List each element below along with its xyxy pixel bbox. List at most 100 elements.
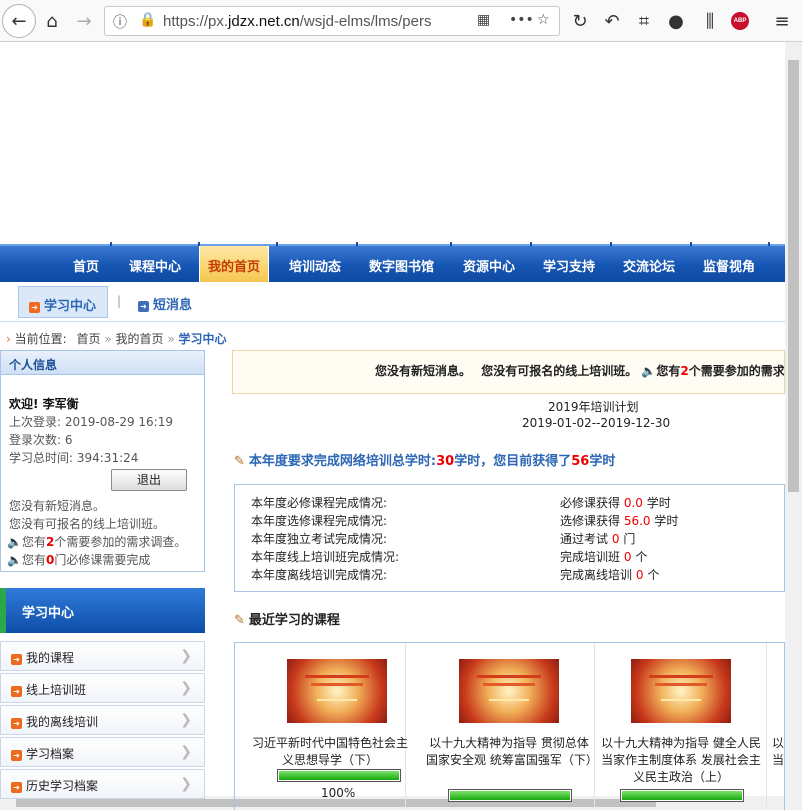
qr-code-icon[interactable]: ▦ <box>477 12 490 28</box>
recent-courses-title: ✎ 最近学习的课程 <box>234 613 340 628</box>
chat-button[interactable]: ● <box>660 5 692 37</box>
nav-divider <box>610 242 612 246</box>
course-thumbnail[interactable] <box>631 659 731 723</box>
arrow-right-icon: ➜ <box>11 686 22 697</box>
chevron-right-icon: ❯ <box>180 776 192 792</box>
breadcrumb-icon: › <box>6 332 11 346</box>
menu-offline-training[interactable]: ➜ 我的离线培训 ❯ <box>0 705 205 735</box>
stat-required-value: 必修课获得 0.0 学时 <box>560 496 671 510</box>
library-button[interactable]: ⫼ <box>694 5 726 37</box>
speaker-icon: 🔈 <box>641 364 657 378</box>
home-icon: ⌂ <box>46 10 58 32</box>
menu-study-records[interactable]: ➜ 学习档案 ❯ <box>0 737 205 767</box>
last-login: 上次登录: 2019-08-29 16:19 <box>9 415 173 429</box>
more-icon[interactable]: ••• <box>509 12 534 28</box>
nav-divider <box>276 242 278 246</box>
main-nav: 首页 课程中心 我的首页 培训动态 数字图书馆 资源中心 学习支持 交流论坛 监… <box>0 242 785 282</box>
requirement-line: ✎ 本年度要求完成网络培训总学时:30学时，您目前获得了56学时 <box>234 454 616 469</box>
tab-learning-center[interactable]: ➜ 学习中心 <box>18 286 108 318</box>
reload-icon: ↻ <box>572 10 588 32</box>
home-button[interactable]: ⌂ <box>36 5 68 37</box>
back-button[interactable]: ← <box>2 4 36 38</box>
nav-divider <box>690 242 692 246</box>
browser-toolbar: ← ⌂ → ⓘ 🔒 https://px.jdzx.net.cn/wsjd-el… <box>0 0 802 42</box>
login-count: 登录次数: 6 <box>9 433 73 447</box>
course-title[interactable]: 以十九大精神为指导 健全人民当家作主制度体系 发展社会主义民主政治（上） <box>598 735 764 786</box>
nav-divider <box>530 242 532 246</box>
nav-divider <box>110 242 112 246</box>
nav-supervision[interactable]: 监督视角 <box>703 256 755 275</box>
course-card[interactable]: 习近平新时代中国特色社会主义思想导学（下） 100% <box>235 643 408 810</box>
vertical-scroll-thumb[interactable] <box>788 60 799 492</box>
nav-home[interactable]: 首页 <box>73 256 99 275</box>
lock-icon: 🔒 <box>139 12 157 28</box>
url-text[interactable]: https://px.jdzx.net.cn/wsjd-elms/lms/per… <box>163 13 469 30</box>
course-thumbnail[interactable] <box>287 659 387 723</box>
stat-exam-label: 本年度独立考试完成情况: <box>251 532 388 546</box>
url-bar[interactable]: ⓘ 🔒 https://px.jdzx.net.cn/wsjd-elms/lms… <box>104 6 560 36</box>
abp-icon[interactable]: ABP <box>731 12 749 30</box>
breadcrumb-my-home[interactable]: 我的首页 <box>116 332 164 346</box>
course-title[interactable]: 习近平新时代中国特色社会主义思想导学（下） <box>247 735 413 769</box>
menu-online-classes[interactable]: ➜ 线上培训班 ❯ <box>0 673 205 703</box>
undo-button[interactable]: ↶ <box>596 5 628 37</box>
breadcrumb-home[interactable]: 首页 <box>77 332 101 346</box>
bookmark-star-icon[interactable]: ☆ <box>537 12 550 28</box>
tab-separator: | <box>117 294 122 308</box>
nav-digital-library[interactable]: 数字图书馆 <box>369 256 434 275</box>
nav-forum[interactable]: 交流论坛 <box>623 256 675 275</box>
library-icon: ⫼ <box>705 10 715 32</box>
chevron-right-icon: ❯ <box>180 744 192 760</box>
stat-offline-label: 本年度离线培训完成情况: <box>251 568 388 582</box>
menu-my-courses[interactable]: ➜ 我的课程 ❯ <box>0 641 205 671</box>
vertical-scrollbar[interactable] <box>785 42 802 810</box>
notice-bar: 您没有新短消息。 您没有可报名的线上培训班。 🔈您有2个需要参加的需求调 <box>232 350 785 394</box>
crop-icon: ⌗ <box>638 10 650 32</box>
chevron-right-icon: ❯ <box>180 680 192 696</box>
tab-messages[interactable]: ➜ 短消息 <box>128 286 202 318</box>
no-classes-text: 您没有可报名的线上培训班。 <box>9 517 166 531</box>
logout-button[interactable]: 退出 <box>111 469 187 491</box>
info-icon[interactable]: ⓘ <box>113 12 127 32</box>
nav-course-center[interactable]: 课程中心 <box>129 256 181 275</box>
course-progress-percent: 100% <box>321 786 356 800</box>
learning-center-header: 学习中心 <box>0 588 205 633</box>
plan-dates: 2019-01-02--2019-12-30 <box>522 416 671 430</box>
course-card[interactable]: 以十九大精神为指导 贯彻总体国家安全观 统筹富国强军（下） <box>424 643 598 810</box>
course-title[interactable]: 以十九大精神为指导 贯彻总体国家安全观 统筹富国强军（下） <box>426 735 598 769</box>
crop-button[interactable]: ⌗ <box>628 5 660 37</box>
user-info-header: 个人信息 <box>1 351 204 375</box>
arrow-right-icon: ➜ <box>29 302 40 313</box>
undo-icon: ↶ <box>604 10 620 32</box>
user-info-panel: 个人信息 欢迎! 李军衡 上次登录: 2019-08-29 16:19 登录次数… <box>0 350 205 572</box>
nav-resource-center[interactable]: 资源中心 <box>463 256 515 275</box>
arrow-left-icon: ← <box>11 10 27 32</box>
course-card[interactable]: 以当 <box>768 643 786 810</box>
reload-button[interactable]: ↻ <box>564 5 596 37</box>
forward-button[interactable]: → <box>68 5 100 37</box>
menu-history-records[interactable]: ➜ 历史学习档案 ❯ <box>0 769 205 799</box>
nav-my-home[interactable]: 我的首页 <box>199 246 270 282</box>
speaker-icon: 🔈 <box>7 553 22 567</box>
pencil-icon: ✎ <box>234 613 245 628</box>
arrow-right-icon: ➜ <box>138 301 149 312</box>
menu-button[interactable]: ≡ <box>766 5 798 37</box>
plan-title: 2019年培训计划 <box>548 400 639 414</box>
course-progress-bar <box>448 789 572 802</box>
nav-divider <box>768 242 770 246</box>
breadcrumb-current: 学习中心 <box>178 332 227 346</box>
course-progress-bar <box>620 789 744 802</box>
course-title[interactable]: 以当 <box>772 735 786 769</box>
nav-training-news[interactable]: 培训动态 <box>289 256 341 275</box>
breadcrumb: › 当前位置: 首页 » 我的首页 » 学习中心 <box>6 332 227 346</box>
nav-learning-support[interactable]: 学习支持 <box>543 256 595 275</box>
stat-elective-label: 本年度选修课程完成情况: <box>251 514 388 528</box>
nav-divider <box>450 242 452 246</box>
arrow-right-icon: ➜ <box>11 718 22 729</box>
chat-icon: ● <box>668 10 684 32</box>
survey-notice[interactable]: 🔈您有2个需要参加的需求调查。 <box>7 533 186 550</box>
recent-courses: 习近平新时代中国特色社会主义思想导学（下） 100% 以十九大精神为指导 贯彻总… <box>234 642 785 810</box>
course-thumbnail[interactable] <box>459 659 559 723</box>
course-card[interactable]: 以十九大精神为指导 健全人民当家作主制度体系 发展社会主义民主政治（上） <box>596 643 767 810</box>
required-notice[interactable]: 🔈您有0门必修课需要完成 <box>7 551 150 568</box>
